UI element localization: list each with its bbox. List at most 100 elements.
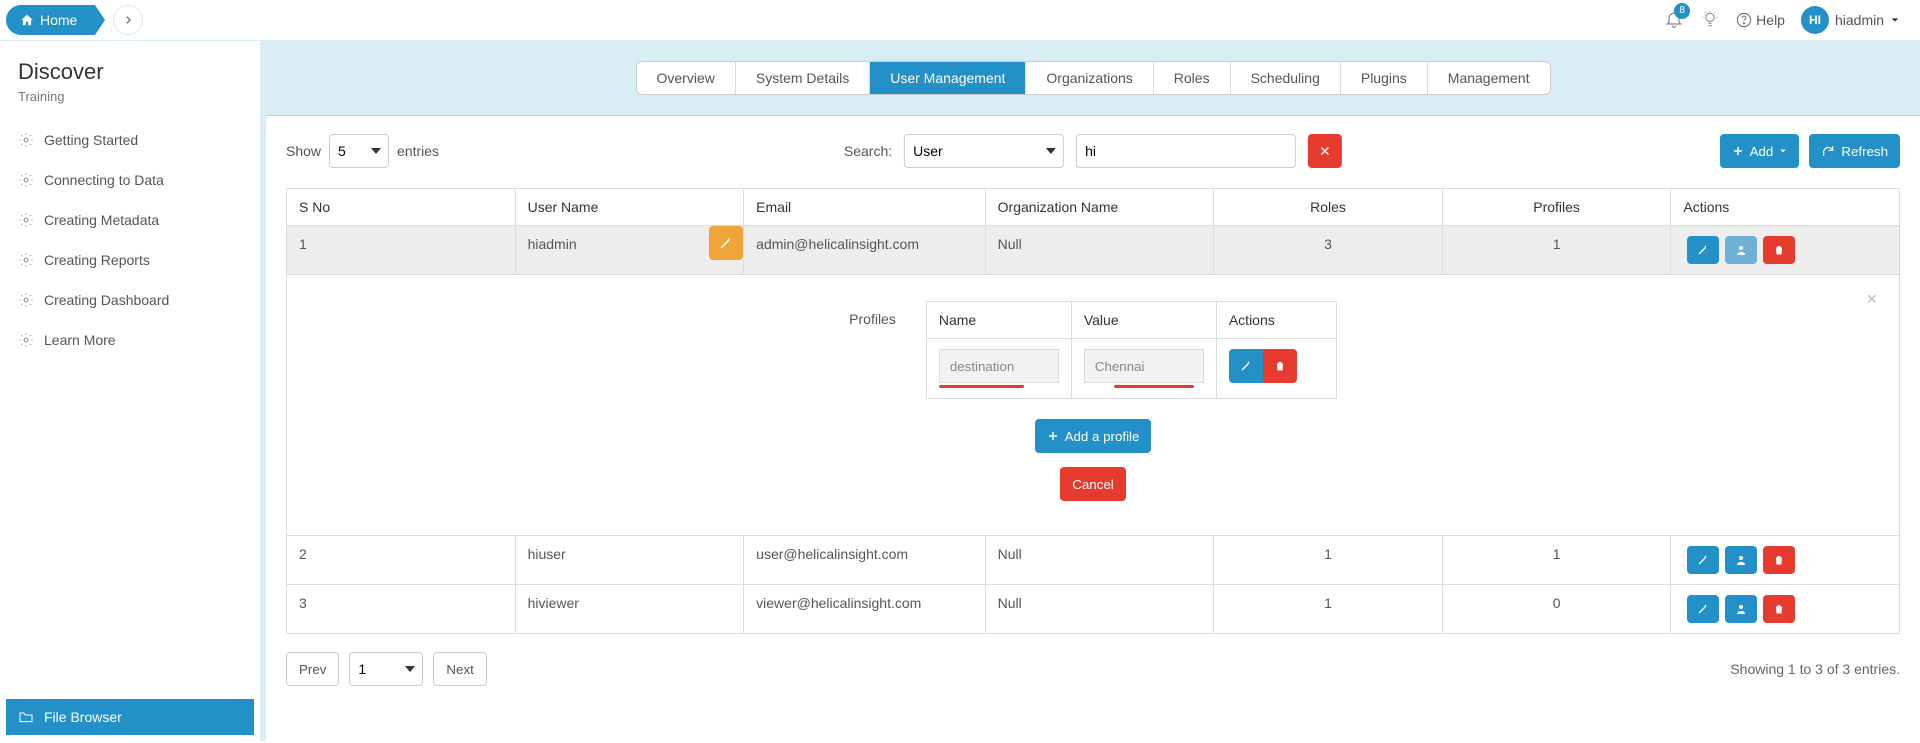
profiles-panel: × Profiles Name Value Actions: [299, 285, 1887, 525]
delete-profile-button[interactable]: [1263, 349, 1297, 383]
tab-roles[interactable]: Roles: [1154, 62, 1231, 94]
edit-profile-button[interactable]: [1229, 349, 1263, 383]
cell-profiles: 1: [1442, 226, 1671, 275]
breadcrumb-home[interactable]: Home: [6, 5, 95, 35]
sidebar-item-learn-more[interactable]: Learn More: [18, 320, 260, 360]
user-menu[interactable]: HI hiadmin: [1801, 6, 1900, 34]
tab-management[interactable]: Management: [1428, 62, 1550, 94]
tab-organizations[interactable]: Organizations: [1026, 62, 1153, 94]
trash-icon: [1773, 554, 1785, 566]
admin-tabs-header: Overview System Details User Management …: [266, 41, 1920, 116]
col-username[interactable]: User Name: [515, 189, 744, 226]
user-name: hiadmin: [1835, 12, 1884, 28]
notifications[interactable]: 8: [1664, 9, 1684, 32]
sidebar-item-creating-dashboard[interactable]: Creating Dashboard: [18, 280, 260, 320]
next-page-button[interactable]: Next: [433, 652, 486, 686]
tab-scheduling[interactable]: Scheduling: [1231, 62, 1341, 94]
table-footer: Prev 1 Next Showing 1 to 3 of 3 entries.: [286, 652, 1900, 686]
inline-edit-button[interactable]: [709, 226, 743, 260]
user-detail-button[interactable]: [1725, 236, 1757, 264]
sidebar-item-label: Connecting to Data: [44, 172, 164, 188]
profiles-table: Name Value Actions: [926, 301, 1337, 399]
help-button[interactable]: Help: [1736, 12, 1785, 28]
page-select[interactable]: 1: [349, 652, 423, 686]
prev-page-button[interactable]: Prev: [286, 652, 339, 686]
tab-user-management[interactable]: User Management: [870, 62, 1026, 94]
cell-sno: 1: [287, 226, 516, 275]
search-type-select[interactable]: User: [904, 134, 1064, 168]
annotation-underline: [1114, 385, 1194, 388]
col-profiles[interactable]: Profiles: [1442, 189, 1671, 226]
sidebar-item-label: Creating Metadata: [44, 212, 159, 228]
edit-user-button[interactable]: [1687, 595, 1719, 623]
refresh-button[interactable]: Refresh: [1809, 134, 1900, 168]
gear-icon: [18, 332, 34, 348]
cell-profiles: 0: [1442, 585, 1671, 634]
sidebar-item-getting-started[interactable]: Getting Started: [18, 120, 260, 160]
tab-plugins[interactable]: Plugins: [1341, 62, 1428, 94]
add-button[interactable]: Add: [1720, 134, 1800, 168]
table-header-row: S No User Name Email Organization Name R…: [287, 189, 1900, 226]
table-row: 2 hiuser user@helicalinsight.com Null 1 …: [287, 536, 1900, 585]
sidebar-item-creating-metadata[interactable]: Creating Metadata: [18, 200, 260, 240]
file-browser-button[interactable]: File Browser: [6, 699, 254, 735]
cell-username: hiadmin: [515, 226, 744, 275]
breadcrumb-home-label: Home: [40, 12, 77, 28]
admin-tabs: Overview System Details User Management …: [636, 61, 1551, 95]
sidebar-subtitle: Training: [18, 89, 260, 104]
col-org[interactable]: Organization Name: [985, 189, 1214, 226]
add-profile-button[interactable]: Add a profile: [1035, 419, 1152, 453]
cell-email: admin@helicalinsight.com: [744, 226, 986, 275]
clear-search-button[interactable]: [1308, 134, 1342, 168]
entries-info: Showing 1 to 3 of 3 entries.: [1730, 661, 1900, 677]
sidebar-item-label: Creating Dashboard: [44, 292, 169, 308]
user-detail-button[interactable]: [1725, 546, 1757, 574]
cell-username: hiuser: [515, 536, 744, 585]
close-profiles-panel[interactable]: ×: [1866, 289, 1877, 310]
user-icon: [1735, 554, 1747, 566]
sidebar-item-creating-reports[interactable]: Creating Reports: [18, 240, 260, 280]
cell-actions: [1671, 226, 1900, 275]
trash-icon: [1773, 244, 1785, 256]
cell-actions: [1671, 585, 1900, 634]
sidebar-title: Discover: [18, 59, 260, 85]
cancel-profiles-button[interactable]: Cancel: [1060, 467, 1126, 501]
search-input[interactable]: [1076, 134, 1296, 168]
sidebar-item-label: Creating Reports: [44, 252, 150, 268]
profiles-expanded-row: × Profiles Name Value Actions: [287, 275, 1900, 536]
pencil-icon: [1240, 360, 1252, 372]
cell-org: Null: [985, 536, 1214, 585]
col-actions[interactable]: Actions: [1671, 189, 1900, 226]
gear-icon: [18, 132, 34, 148]
user-detail-button[interactable]: [1725, 595, 1757, 623]
edit-user-button[interactable]: [1687, 236, 1719, 264]
col-roles[interactable]: Roles: [1214, 189, 1443, 226]
profiles-title: Profiles: [849, 301, 896, 327]
avatar: HI: [1801, 6, 1829, 34]
sidebar-item-connecting-data[interactable]: Connecting to Data: [18, 160, 260, 200]
cell-actions: [1671, 536, 1900, 585]
lightbulb-button[interactable]: [1700, 9, 1720, 32]
trash-icon: [1274, 360, 1286, 372]
refresh-label: Refresh: [1841, 144, 1888, 159]
delete-user-button[interactable]: [1763, 595, 1795, 623]
delete-user-button[interactable]: [1763, 546, 1795, 574]
tab-system-details[interactable]: System Details: [736, 62, 870, 94]
content: Show 5 entries Search: User: [266, 116, 1920, 708]
edit-user-button[interactable]: [1687, 546, 1719, 574]
tab-overview[interactable]: Overview: [637, 62, 736, 94]
delete-user-button[interactable]: [1763, 236, 1795, 264]
profiles-col-name: Name: [926, 302, 1071, 339]
col-sno[interactable]: S No: [287, 189, 516, 226]
breadcrumb-next[interactable]: [113, 5, 143, 35]
breadcrumb: Home: [6, 5, 143, 35]
notification-badge: 8: [1674, 3, 1690, 19]
show-entries-select[interactable]: 5: [329, 134, 389, 168]
col-email[interactable]: Email: [744, 189, 986, 226]
cell-roles: 1: [1214, 585, 1443, 634]
show-label: Show: [286, 143, 321, 159]
search-label: Search:: [844, 143, 892, 159]
gear-icon: [18, 292, 34, 308]
gear-icon: [18, 212, 34, 228]
cell-org: Null: [985, 226, 1214, 275]
